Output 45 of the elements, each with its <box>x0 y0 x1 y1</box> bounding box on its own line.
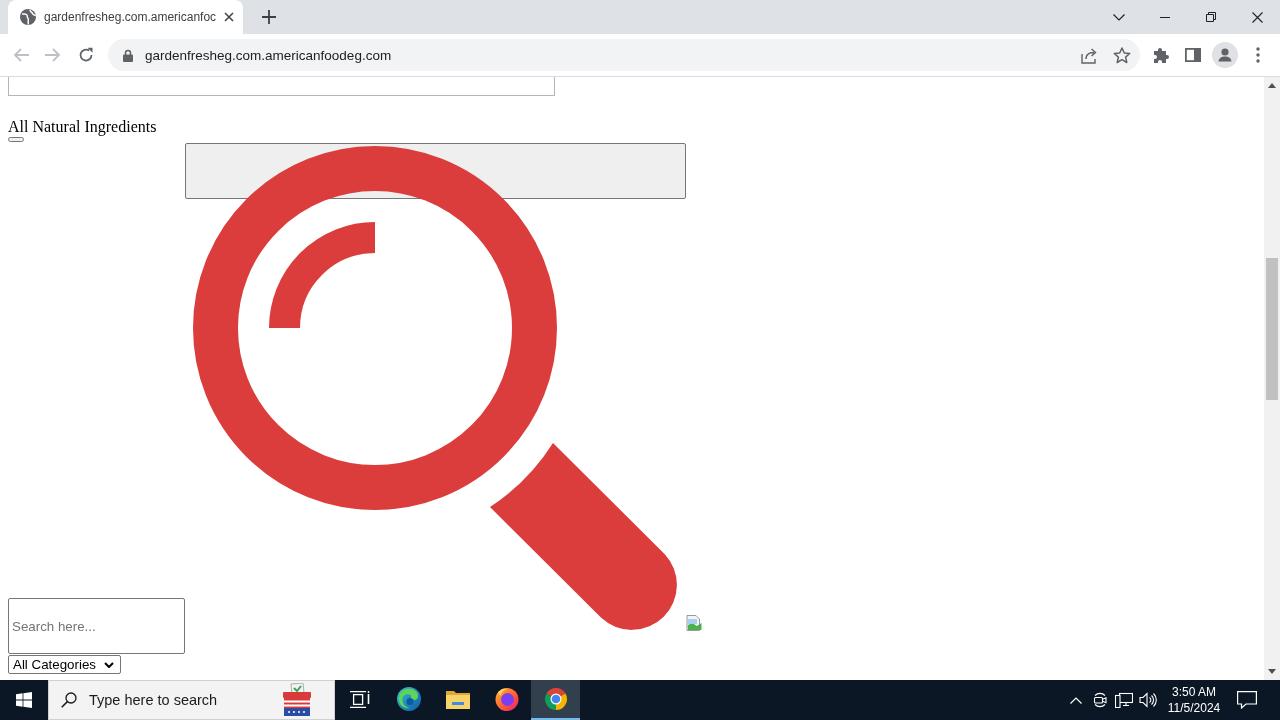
close-tab-icon[interactable] <box>224 12 234 22</box>
clock-date[interactable]: 11/5/2024 <box>1167 700 1221 716</box>
puzzle-piece-icon[interactable] <box>1153 47 1169 63</box>
tricolor-circle-icon <box>543 687 568 711</box>
network-icon[interactable] <box>1115 692 1133 708</box>
ballot-box-icon[interactable] <box>280 683 314 717</box>
star-icon[interactable] <box>1113 46 1131 64</box>
globe-icon <box>20 9 36 25</box>
taskbar-app-button[interactable] <box>531 680 580 720</box>
share-icon[interactable] <box>1081 46 1099 64</box>
new-tab-icon[interactable] <box>262 10 276 24</box>
browser-tab[interactable]: gardenfresheg.com.americanfoc <box>8 0 243 34</box>
scroll-up-icon[interactable] <box>1268 83 1276 88</box>
taskbar-search-box[interactable]: Type here to search <box>48 680 335 720</box>
folder-icon <box>445 689 470 709</box>
speaker-icon[interactable] <box>1139 692 1157 708</box>
menu-icon[interactable] <box>1256 47 1260 63</box>
address-bar[interactable]: gardenfresheg.com.americanfoodeg.com <box>108 39 1140 71</box>
caret-icon <box>104 661 114 668</box>
scrollbar-thumb[interactable] <box>1266 258 1278 400</box>
avatar-icon[interactable] <box>1212 42 1238 68</box>
fox-logo-icon <box>494 687 519 711</box>
chevron-up-icon[interactable] <box>1070 696 1082 704</box>
scroll-down-icon[interactable] <box>1268 669 1276 674</box>
input-field[interactable] <box>8 77 555 96</box>
close-icon[interactable] <box>1251 11 1263 23</box>
broken-image-icon <box>686 615 702 631</box>
chevron-down-icon[interactable] <box>1113 13 1125 21</box>
side-panel-icon[interactable] <box>1185 48 1201 62</box>
restore-icon[interactable] <box>1206 12 1216 22</box>
small-button[interactable] <box>8 137 24 142</box>
lock-icon[interactable] <box>123 48 133 62</box>
swirl-logo-icon <box>396 687 421 711</box>
search-icon <box>61 692 77 708</box>
notification-icon[interactable] <box>1237 691 1257 709</box>
section-label: All Natural Ingredients <box>8 118 157 136</box>
video-camera-icon[interactable] <box>1092 692 1108 708</box>
taskbar-search-field[interactable]: Type here to search <box>89 690 280 710</box>
minimize-icon[interactable] <box>1160 16 1170 18</box>
category-select[interactable]: All Categories <box>8 655 121 674</box>
search-field[interactable]: Search here... <box>8 598 185 654</box>
clock-time[interactable]: 3:50 AM <box>1172 684 1216 700</box>
task-view-icon <box>349 690 370 708</box>
reload-icon[interactable] <box>78 47 94 63</box>
windows-logo-icon[interactable] <box>16 692 32 708</box>
